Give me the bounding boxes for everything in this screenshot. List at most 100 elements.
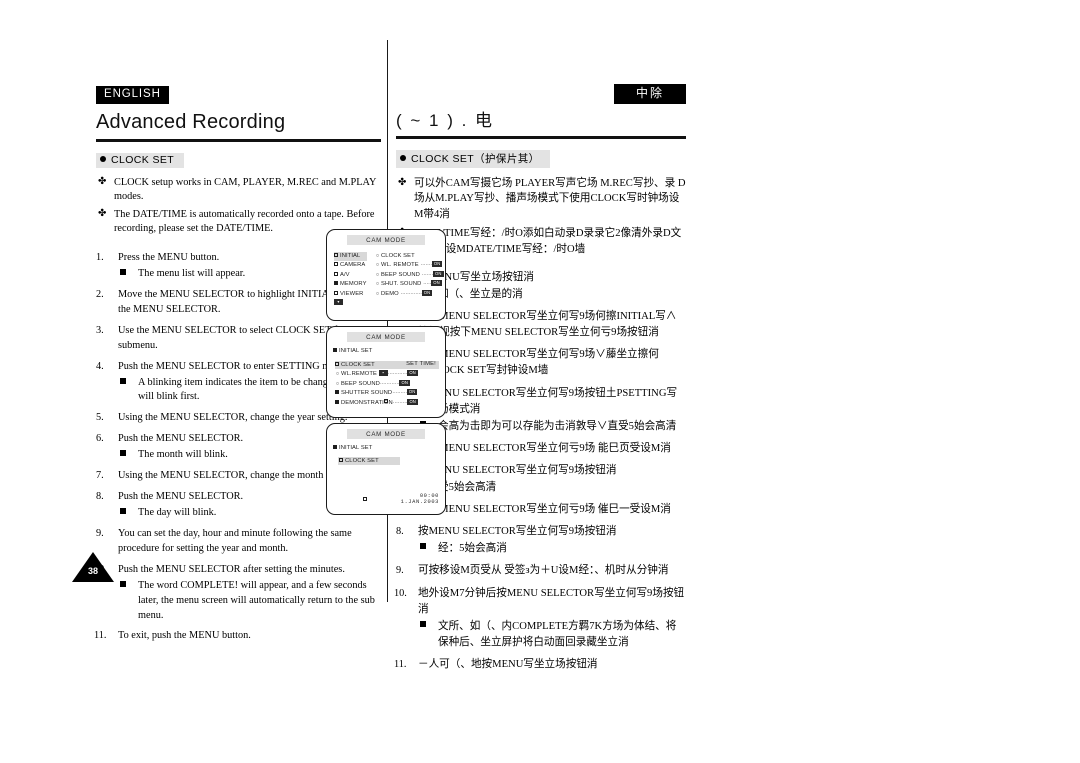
folder-filled-icon [334, 281, 338, 286]
status-chip: ON [421, 289, 433, 296]
substep-list: 会高为击即为可以存能为击消敦导∨直受5始会高清 [418, 419, 686, 435]
step-item: 8. 按MENU SELECTOR写坐立何写9场按钮消 经：5始会高消 [396, 524, 686, 557]
menu-item-label: CAMERA [340, 262, 366, 269]
language-badge-chinese: 中除 [613, 84, 686, 105]
step-text: Push the MENU SELECTOR after setting the… [118, 563, 345, 575]
square-bullet-icon [120, 269, 126, 275]
status-chip: ON [407, 370, 418, 377]
language-badge-english: ENGLISH [96, 86, 169, 104]
note-text: 可以外CAM写摄它场 PLAYER写声它场 M.REC写抄、录 D场从M.PLA… [414, 177, 686, 221]
submenu-item-wl-remote[interactable]: ○ WL. REMOTE ······· ON [375, 261, 444, 270]
submenu-item-label: CLOCK SET [381, 253, 415, 259]
title-rule-left [96, 138, 381, 142]
folder-filled-icon [333, 445, 337, 449]
folder-icon [334, 262, 338, 267]
folder-icon [334, 253, 338, 257]
substep-text: 经：5始会高消 [438, 543, 507, 555]
setting-item-label: BEEP SOUND [341, 380, 380, 387]
submenu-item-label: SHUT. SOUND [381, 281, 422, 288]
menu-item-av[interactable]: A/V [334, 271, 367, 280]
page-title-chinese: ( ~ 1 ) . 电 [396, 111, 495, 130]
time-value: 00:00 [419, 492, 439, 499]
datetime-display[interactable]: 00:00 1.JAN.2003 [401, 493, 439, 507]
step-number: 10. [394, 587, 407, 599]
menu-item-initial[interactable]: INITIAL [334, 252, 367, 262]
substep-text: 会高为击即为可以存能为击消敦导∨直受5始会高清 [438, 420, 677, 432]
menu-item-viewer[interactable]: VIEWER [334, 290, 367, 299]
menu-more-indicator: ▾ [334, 298, 367, 308]
substep-item: 受5始会高清 [418, 480, 686, 496]
setting-item-wl-remote[interactable]: ○ WL.REMOTE ▪ ············ ON [335, 370, 418, 379]
notes-list-english: ✤ CLOCK setup works in CAM, PLAYER, M.REC… [96, 176, 381, 237]
step-item: 11. －人可（、地按MENU写坐立场按钮消 [394, 657, 686, 673]
step-number: 7. [96, 470, 104, 482]
status-chip: ON [433, 270, 444, 277]
step-number: 9. [396, 565, 404, 577]
column-divider [387, 40, 388, 602]
circle-icon: ○ [335, 371, 340, 378]
menu-item-camera[interactable]: CAMERA [334, 261, 367, 270]
lcd-submenu-heading: INITIAL SET [333, 348, 372, 354]
date-value: 1.JAN.2003 [400, 499, 439, 506]
setting-item-beep-sound[interactable]: ○ BEEP SOUND············ ON [335, 379, 418, 389]
note-item: ✤ CLOCK setup works in CAM, PLAYER, M.REC… [96, 176, 381, 205]
step-item: 10. Push the MENU SELECTOR after setting … [94, 563, 381, 624]
lcd-submenu-column: ○ CLOCK SET ○ WL. REMOTE ······· ON ○ BEEP S… [375, 252, 444, 299]
step-text: －人可（、地按MENU写坐立场按钮消 [418, 658, 598, 670]
substep-item: 文所、如（、内COMPLETE方羁7K方场为体结、将保种后、坐立屏护将白动面回录… [418, 619, 686, 651]
tape-indicator-icon [384, 399, 388, 403]
square-bullet-icon [420, 543, 426, 550]
circle-icon: ○ [375, 290, 380, 297]
step-number: 1. [96, 252, 104, 264]
folder-icon [335, 362, 339, 366]
step-item: 9. You can set the day, hour and minute f… [96, 527, 381, 557]
substep-item: 如（、坐立是的消 [418, 287, 686, 303]
substep-text: The day will blink. [138, 506, 217, 518]
step-item: 11. To exit, push the MENU button. [94, 629, 381, 644]
lcd-mode-title: CAM MODE [347, 332, 425, 342]
substep-list: 如（、坐立是的消 [418, 287, 686, 303]
menu-item-label: INITIAL [340, 253, 361, 259]
substep-list: The word COMPLETE! will appear, and a fe… [118, 579, 381, 624]
setting-item-shutter-sound[interactable]: SHUTTER SOUND········· ON [335, 389, 418, 398]
leader-dots: ············ [379, 380, 400, 387]
leader-dots: ······· [421, 271, 434, 278]
submenu-item-clock-set[interactable]: ○ CLOCK SET [375, 252, 444, 261]
leader-dots: ····· [423, 281, 432, 288]
circle-icon: ○ [375, 262, 380, 269]
step-text: To exit, push the MENU button. [118, 630, 251, 642]
step-item: 10. 地外设M7分钟后按MENU SELECTOR写坐立何写9场按钮消 文所、如… [394, 586, 686, 651]
step-text: 使用MENU SELECTOR写坐立何亏9场 催巳一受设M消 [418, 504, 671, 516]
status-chip: ON [431, 280, 442, 287]
setting-item-demonstration[interactable]: DEMONSTRATION········· ON [335, 398, 418, 408]
submenu-item-beep-sound[interactable]: ○ BEEP SOUND ······· ON [375, 270, 444, 280]
page-number: 38 [87, 566, 98, 576]
status-chip-inline: ▪ [378, 370, 388, 377]
lcd-main-menu-column: INITIAL CAMERA A/V MEMORY VIEWER ▾ [334, 252, 367, 308]
folder-filled-icon [335, 399, 339, 404]
step-number: 8. [396, 526, 404, 538]
circle-icon: ○ [375, 271, 380, 278]
step-text: 按MENU SELECTOR写坐立何写9场按钮土PSETTING写设M场模式消 [418, 387, 678, 415]
submenu-item-label: WL. REMOTE [381, 262, 419, 269]
folder-filled-icon [333, 348, 337, 352]
setting-item-clock-set[interactable]: CLOCK SET [339, 458, 379, 464]
circle-icon: ○ [375, 253, 380, 259]
setting-item-label: WL.REMOTE [341, 371, 378, 378]
setting-item-label: SHUTTER SOUND [341, 390, 393, 397]
step-text: You can set the day, hour and minute fol… [118, 527, 352, 554]
submenu-item-demo[interactable]: ○ DEMO ············· ON [375, 289, 444, 299]
step-number: 11. [94, 630, 107, 642]
square-bullet-icon [120, 507, 126, 514]
step-text: Push the MENU SELECTOR to enter SETTING … [118, 360, 348, 372]
folder-icon [334, 290, 338, 295]
submenu-item-label: BEEP SOUND [381, 271, 420, 278]
submenu-item-shutter-sound[interactable]: ○ SHUT. SOUND ····· ON [375, 280, 444, 289]
title-rule-right [396, 135, 686, 139]
setting-item-clock-set[interactable]: CLOCK SET [335, 361, 418, 370]
step-item: 9. 可按移设M页受从 受签з为＋U设M经：、机时从分钟消 [396, 563, 686, 579]
step-text: Press the MENU button. [118, 252, 220, 264]
menu-item-memory[interactable]: MEMORY [334, 280, 367, 289]
lcd-settings-list: CLOCK SET ○ WL.REMOTE ▪ ············ ON ○ BE… [335, 361, 418, 408]
page-title-english: Advanced Recording [96, 110, 286, 133]
